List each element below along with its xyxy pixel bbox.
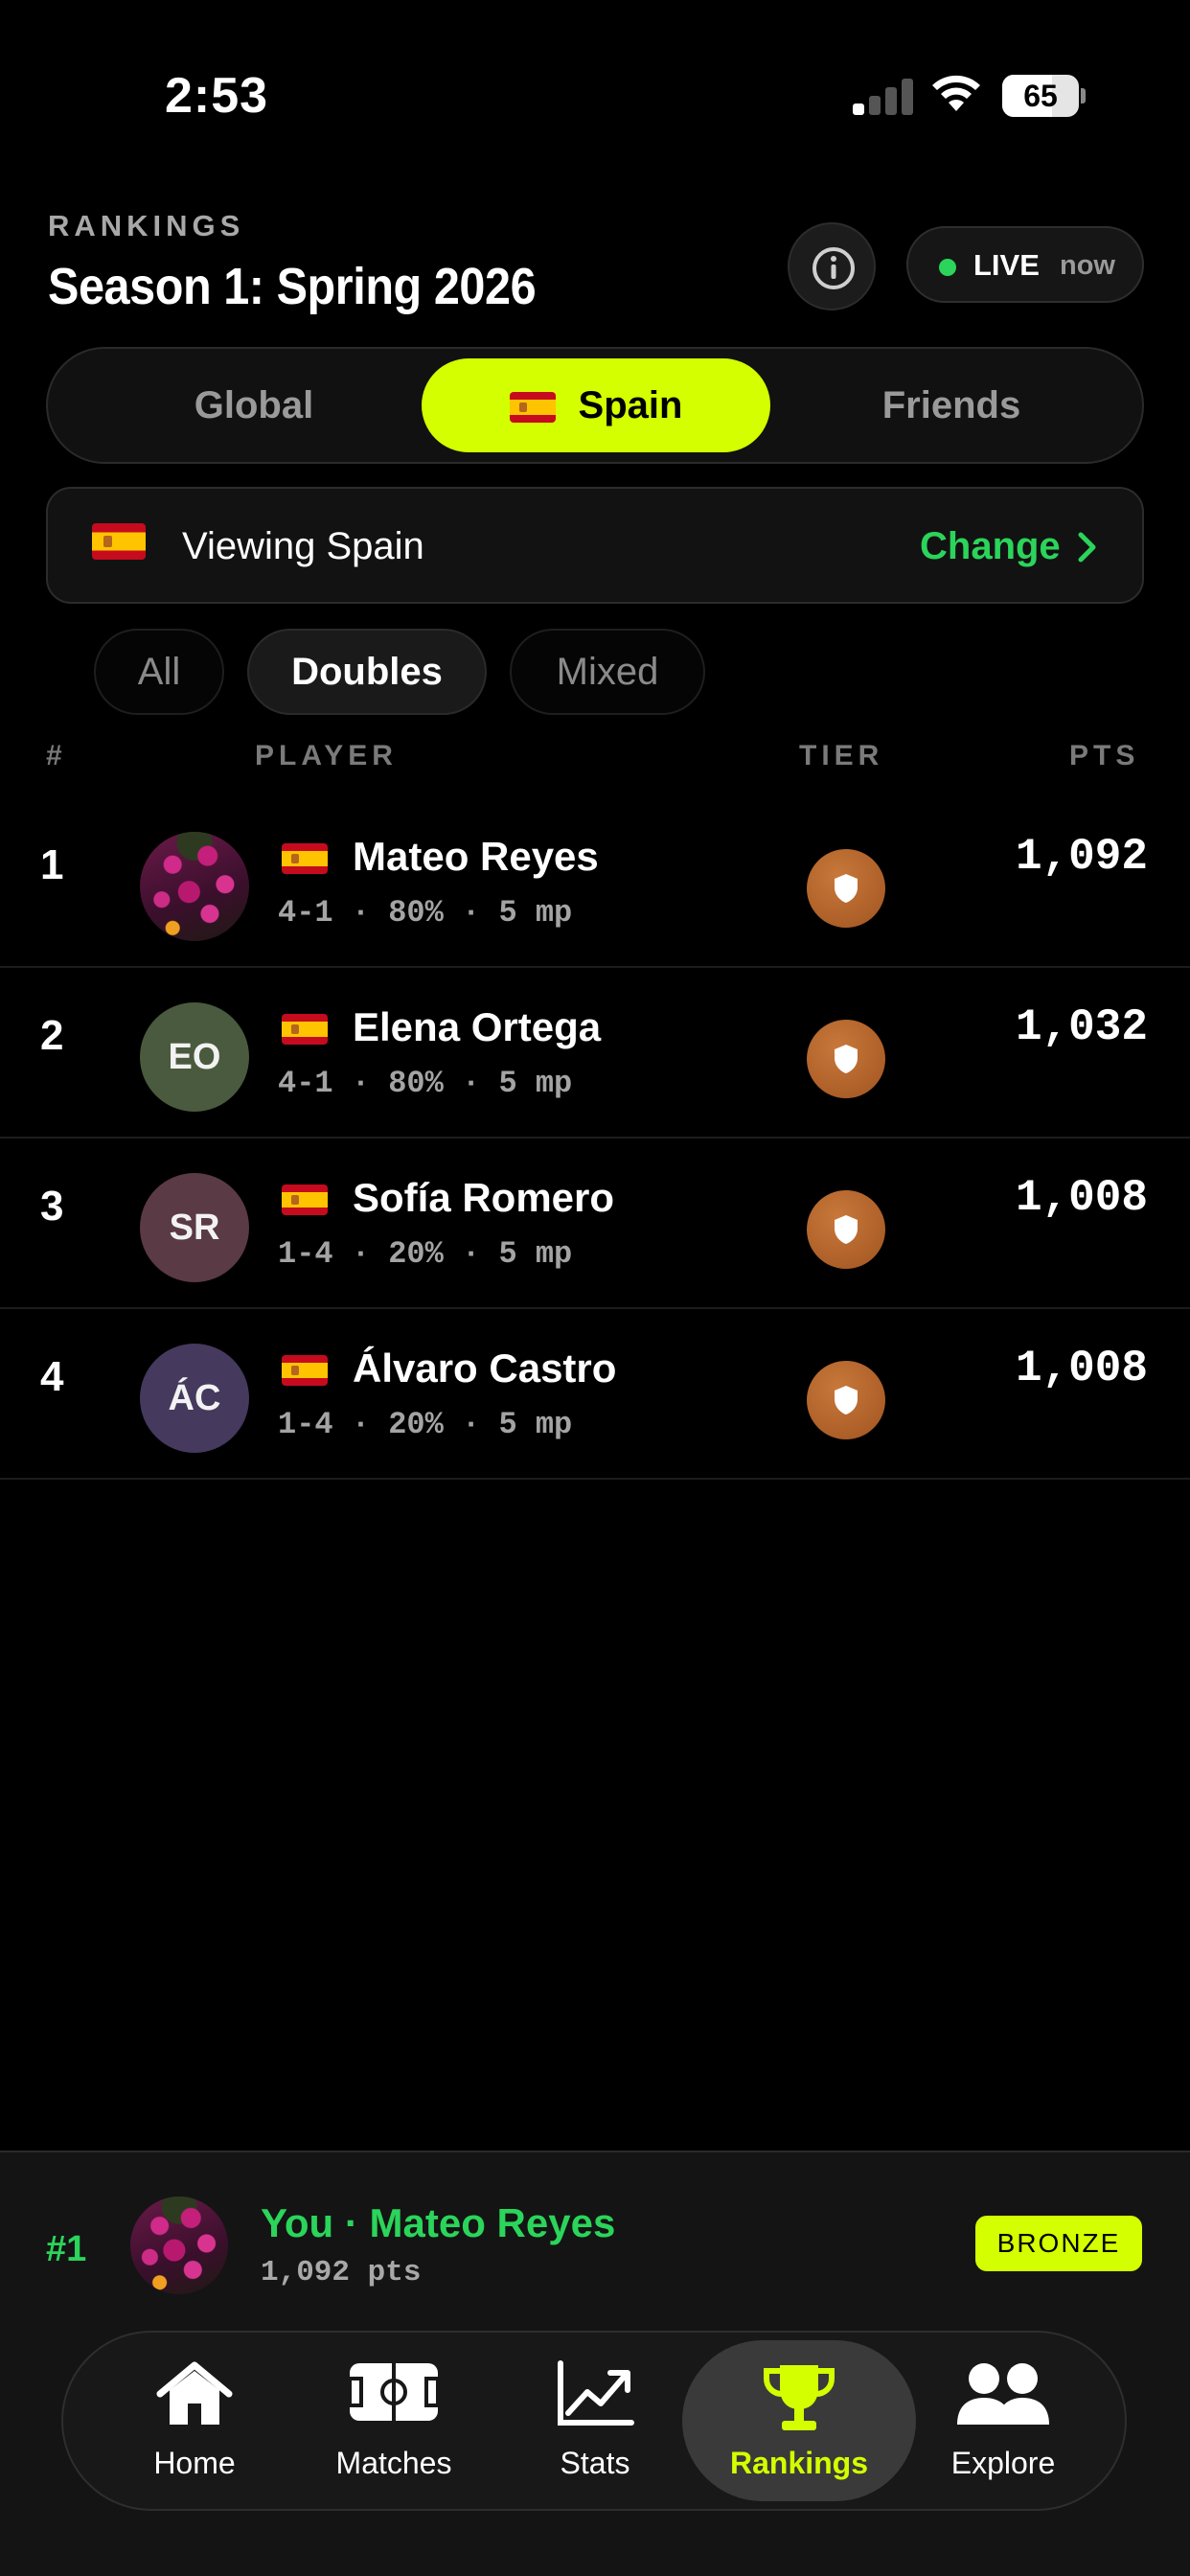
filter-chip-doubles[interactable]: Doubles	[247, 629, 487, 715]
rank-number: 4	[40, 1353, 64, 1400]
filter-chip-mixed[interactable]: Mixed	[510, 629, 705, 715]
rank-number: 1	[40, 841, 64, 888]
live-label: LIVE	[973, 248, 1040, 282]
page-title: Season 1: Spring 2026	[48, 258, 537, 315]
live-status-pill[interactable]: LIVE now	[906, 226, 1144, 303]
tab-matches[interactable]: Matches	[289, 2340, 498, 2501]
section-eyebrow: RANKINGS	[48, 209, 245, 242]
es-flag-icon	[282, 1355, 328, 1386]
column-header-player: PLAYER	[255, 740, 398, 771]
es-flag-icon	[282, 1184, 328, 1215]
scope-tabs: Global Spain Friends	[46, 347, 1144, 464]
live-updated: now	[1060, 250, 1115, 281]
player-points: 1,092	[1015, 832, 1148, 882]
info-icon	[812, 247, 855, 289]
player-name: Álvaro Castro	[353, 1346, 617, 1391]
battery-level: 65	[1023, 79, 1058, 113]
tier-badge: BRONZE	[975, 2216, 1142, 2271]
column-header-rank: #	[46, 740, 67, 771]
player-name: Mateo Reyes	[353, 834, 599, 879]
rank-number: 2	[40, 1012, 64, 1059]
tab-global[interactable]: Global	[77, 358, 431, 452]
tab-home[interactable]: Home	[90, 2340, 299, 2501]
player-record: 1-4 · 20% · 5 mp	[278, 1407, 573, 1442]
bronze-tier-icon	[807, 1190, 885, 1269]
chart-icon	[491, 2359, 699, 2436]
ranking-row[interactable]: 4 ÁC Álvaro Castro 1-4 · 20% · 5 mp 1,00…	[0, 1309, 1190, 1480]
tab-label: Explore	[950, 2446, 1056, 2480]
change-country-link[interactable]: Change	[920, 525, 1061, 568]
player-points: 1,008	[1015, 1173, 1148, 1223]
bronze-tier-icon	[807, 849, 885, 928]
player-record: 4-1 · 80% · 5 mp	[278, 895, 573, 931]
player-points: 1,008	[1015, 1344, 1148, 1393]
avatar-initials: ÁC	[168, 1378, 221, 1418]
info-button[interactable]	[788, 222, 876, 310]
tab-friends[interactable]: Friends	[776, 358, 1127, 452]
es-flag-icon	[92, 523, 146, 560]
avatar-initials: EO	[168, 1037, 221, 1077]
rank-number: 3	[40, 1183, 64, 1230]
chevron-right-icon	[1078, 532, 1096, 563]
viewing-country-bar[interactable]: Viewing Spain Change	[46, 487, 1144, 604]
people-icon	[899, 2359, 1108, 2436]
wifi-icon	[929, 73, 983, 115]
ranking-row[interactable]: 3 SR Sofía Romero 1-4 · 20% · 5 mp 1,008	[0, 1138, 1190, 1309]
player-record: 4-1 · 80% · 5 mp	[278, 1066, 573, 1101]
avatar	[130, 2196, 228, 2294]
tab-stats[interactable]: Stats	[491, 2340, 699, 2501]
tab-bar: Home Matches Stats Rankings Explore	[61, 2331, 1127, 2511]
my-name: You · Mateo Reyes	[261, 2200, 616, 2245]
avatar	[140, 832, 249, 941]
es-flag-icon	[282, 843, 328, 874]
trophy-icon	[682, 2359, 916, 2436]
player-name: Elena Ortega	[353, 1004, 602, 1049]
avatar: EO	[140, 1002, 249, 1112]
filter-chip-all[interactable]: All	[94, 629, 224, 715]
live-dot-icon	[939, 259, 956, 276]
home-icon	[90, 2359, 299, 2436]
viewing-label: Viewing Spain	[182, 525, 424, 567]
status-bar: 2:53 65	[0, 0, 1190, 192]
tab-label: Matches	[335, 2446, 452, 2480]
tab-rankings[interactable]: Rankings	[682, 2340, 916, 2501]
column-header-tier: TIER	[799, 740, 884, 771]
es-flag-icon	[282, 1014, 328, 1045]
status-time: 2:53	[165, 68, 269, 124]
court-icon	[289, 2359, 498, 2436]
my-points: 1,092 pts	[261, 2256, 422, 2289]
column-header-points: PTS	[1069, 740, 1140, 771]
ranking-row[interactable]: 1 Mateo Reyes 4-1 · 80% · 5 mp 1,092	[0, 797, 1190, 968]
tab-explore[interactable]: Explore	[899, 2340, 1108, 2501]
tab-label: Home	[153, 2446, 236, 2480]
avatar: SR	[140, 1173, 249, 1282]
tab-spain[interactable]: Spain	[422, 358, 770, 452]
tab-label: Stats	[560, 2446, 630, 2480]
ranking-row[interactable]: 2 EO Elena Ortega 4-1 · 80% · 5 mp 1,032	[0, 968, 1190, 1138]
avatar: ÁC	[140, 1344, 249, 1453]
bronze-tier-icon	[807, 1020, 885, 1098]
tab-label: Rankings	[729, 2446, 869, 2480]
es-flag-icon	[509, 392, 556, 424]
avatar-initials: SR	[169, 1208, 220, 1248]
cellular-signal-icon	[853, 77, 914, 115]
player-record: 1-4 · 20% · 5 mp	[278, 1236, 573, 1272]
player-points: 1,032	[1015, 1002, 1148, 1052]
my-rank: #1	[46, 2229, 87, 2269]
player-name: Sofía Romero	[353, 1175, 615, 1220]
tab-label: Spain	[578, 384, 683, 426]
tab-label: Global	[194, 384, 314, 426]
bronze-tier-icon	[807, 1361, 885, 1439]
battery-icon: 65	[1002, 75, 1086, 117]
tab-label: Friends	[881, 384, 1021, 426]
